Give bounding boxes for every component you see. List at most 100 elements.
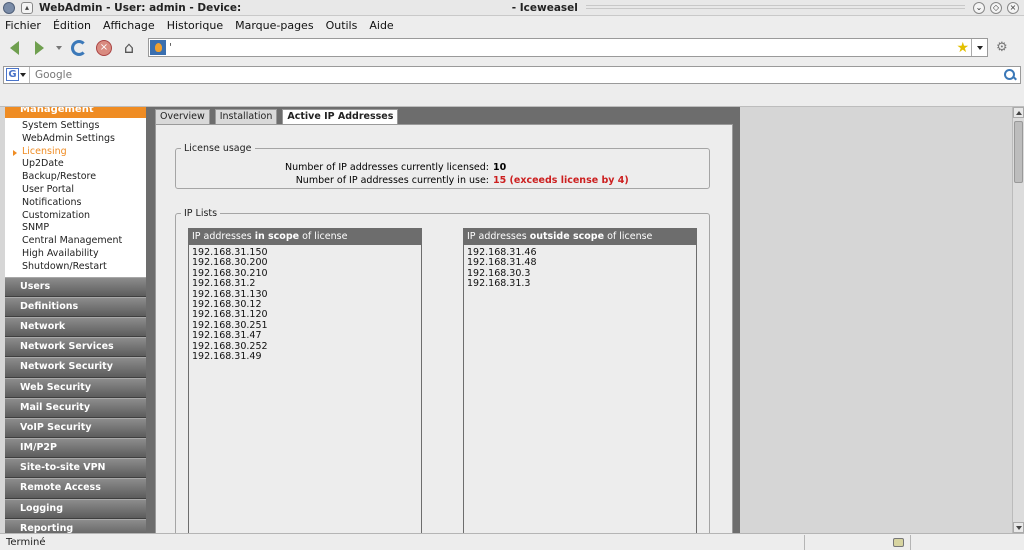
- list-item: 192.168.31.2: [192, 278, 256, 290]
- url-dropdown-button[interactable]: [971, 39, 987, 56]
- sidebar-category-remote-access[interactable]: Remote Access: [5, 478, 146, 499]
- sidebar-item-shutdown-restart[interactable]: Shutdown/Restart: [5, 261, 146, 274]
- in-use-count-label: Number of IP addresses currently in use:: [295, 175, 489, 186]
- ip-lists-legend: IP Lists: [184, 208, 218, 219]
- sidebar-item-user-portal[interactable]: User Portal: [5, 184, 146, 197]
- menu-bar: Fichier Édition Affichage Historique Mar…: [0, 17, 1024, 34]
- menu-aide[interactable]: Aide: [369, 19, 393, 32]
- sidebar-category-web-security[interactable]: Web Security: [5, 377, 146, 398]
- minimize-icon[interactable]: ⌄: [973, 1, 985, 14]
- license-usage-legend: License usage: [184, 143, 252, 154]
- in-scope-ip-list-header: IP addresses in scope of license: [189, 229, 421, 245]
- sidebar-category-network[interactable]: Network: [5, 316, 146, 338]
- sidebar-category-definitions[interactable]: Definitions: [5, 296, 146, 317]
- sidebar-category-network-services[interactable]: Network Services: [5, 337, 146, 358]
- chevron-down-icon: [20, 72, 26, 77]
- sidebar-category-network-security[interactable]: Network Security: [5, 357, 146, 378]
- chevron-down-icon: [56, 46, 62, 50]
- sidebar-item-customization[interactable]: Customization: [5, 210, 146, 223]
- sidebar-category-users[interactable]: Users: [5, 276, 146, 297]
- tab-active-ip-addresses[interactable]: Active IP Addresses: [282, 109, 399, 125]
- sidebar-item-backup-restore[interactable]: Backup/Restore: [5, 171, 146, 184]
- sidebar-section-management[interactable]: Management: [5, 107, 146, 118]
- history-dropdown-button[interactable]: [54, 38, 64, 58]
- app-menu-icon[interactable]: [3, 1, 15, 14]
- addon-icon[interactable]: ⚙: [996, 40, 1008, 55]
- maximize-icon[interactable]: ◇: [990, 1, 1002, 14]
- menu-historique[interactable]: Historique: [167, 19, 223, 32]
- sidebar-category-im-p2p[interactable]: IM/P2P: [5, 438, 146, 459]
- url-text[interactable]: ': [169, 41, 956, 54]
- scroll-up-button[interactable]: [1013, 107, 1024, 118]
- sidebar-item-high-availability[interactable]: High Availability: [5, 248, 146, 261]
- sidebar-category-reporting[interactable]: Reporting: [5, 518, 146, 533]
- status-segment: [804, 534, 910, 550]
- site-favicon-icon: [150, 40, 166, 55]
- search-toolbar: G: [0, 64, 1024, 85]
- in-use-count-row: Number of IP addresses currently in use:…: [196, 175, 629, 186]
- back-button[interactable]: [4, 38, 24, 58]
- sidebar: Management System Settings WebAdmin Sett…: [5, 107, 146, 533]
- sidebar-sublist: System Settings WebAdmin Settings Licens…: [5, 118, 146, 277]
- window-menu-icon[interactable]: ▴: [21, 1, 33, 14]
- search-input[interactable]: [30, 68, 1003, 81]
- toolbar-spacer: [0, 86, 1024, 107]
- status-indicator-icon[interactable]: [893, 537, 904, 547]
- scroll-down-button[interactable]: [1013, 522, 1024, 533]
- sidebar-item-system-settings[interactable]: System Settings: [5, 120, 146, 133]
- tab-overview[interactable]: Overview: [155, 109, 210, 124]
- sidebar-category-voip-security[interactable]: VoIP Security: [5, 417, 146, 439]
- scroll-thumb[interactable]: [1014, 121, 1023, 183]
- reload-icon: [71, 40, 87, 56]
- in-scope-ip-rows: 192.168.31.150 192.168.30.200 192.168.30…: [189, 245, 421, 365]
- sidebar-item-licensing[interactable]: Licensing: [5, 146, 146, 159]
- list-item: 192.168.31.3: [467, 278, 531, 290]
- status-bar: Terminé: [0, 533, 1024, 550]
- window-titlebar: ▴ WebAdmin - User: admin - Device: - Ice…: [0, 0, 1024, 16]
- search-engine-selector[interactable]: G: [4, 66, 30, 83]
- stop-icon: ×: [96, 40, 112, 56]
- menu-edition[interactable]: Édition: [53, 19, 91, 32]
- list-item: 192.168.31.49: [192, 350, 262, 362]
- home-button[interactable]: ⌂: [119, 38, 139, 58]
- url-bar[interactable]: ' ★: [148, 38, 988, 57]
- search-icon[interactable]: [1003, 68, 1017, 82]
- licensed-count-value: 10: [493, 162, 507, 173]
- menu-marque-pages[interactable]: Marque-pages: [235, 19, 313, 32]
- vertical-scrollbar[interactable]: [1012, 107, 1024, 533]
- close-icon[interactable]: ×: [1007, 1, 1019, 14]
- tab-bar: Overview Installation Active IP Addresse…: [155, 109, 403, 125]
- sidebar-category-logging[interactable]: Logging: [5, 498, 146, 519]
- sidebar-item-up2date[interactable]: Up2Date: [5, 158, 146, 171]
- in-use-count-value: 15 (exceeds license by 4): [493, 175, 629, 186]
- menu-affichage[interactable]: Affichage: [103, 19, 155, 32]
- outside-scope-ip-list-header: IP addresses outside scope of license: [464, 229, 696, 245]
- sidebar-item-central-management[interactable]: Central Management: [5, 235, 146, 248]
- stop-button[interactable]: ×: [94, 38, 114, 58]
- tab-installation[interactable]: Installation: [214, 109, 278, 124]
- chevron-down-icon: [976, 45, 983, 50]
- status-text: Terminé: [6, 536, 46, 548]
- menu-outils[interactable]: Outils: [326, 19, 358, 32]
- status-segment-empty: [910, 534, 1024, 550]
- bookmark-star-icon[interactable]: ★: [956, 40, 969, 56]
- search-box: G: [3, 65, 1021, 84]
- outside-scope-ip-list: IP addresses outside scope of license 19…: [463, 228, 697, 533]
- forward-arrow-icon: [34, 41, 44, 55]
- reload-button[interactable]: [69, 38, 89, 58]
- sidebar-item-snmp[interactable]: SNMP: [5, 222, 146, 235]
- google-icon: G: [6, 68, 19, 81]
- sidebar-item-notifications[interactable]: Notifications: [5, 197, 146, 210]
- empty-right-area: [740, 107, 1012, 533]
- tab-panel: License usage Number of IP addresses cur…: [155, 124, 733, 533]
- menu-fichier[interactable]: Fichier: [5, 19, 41, 32]
- sidebar-gutter: [146, 107, 153, 533]
- sidebar-item-webadmin-settings[interactable]: WebAdmin Settings: [5, 133, 146, 146]
- sidebar-category-site-to-site-vpn[interactable]: Site-to-site VPN: [5, 458, 146, 479]
- sidebar-category-mail-security[interactable]: Mail Security: [5, 397, 146, 418]
- page-viewport: Management System Settings WebAdmin Sett…: [0, 107, 1012, 533]
- navigation-toolbar: × ⌂ ' ★ ⚙: [0, 35, 1024, 61]
- outside-scope-ip-rows: 192.168.31.46 192.168.31.48 192.168.30.3…: [464, 245, 696, 293]
- forward-button[interactable]: [29, 38, 49, 58]
- home-icon: ⌂: [123, 38, 135, 57]
